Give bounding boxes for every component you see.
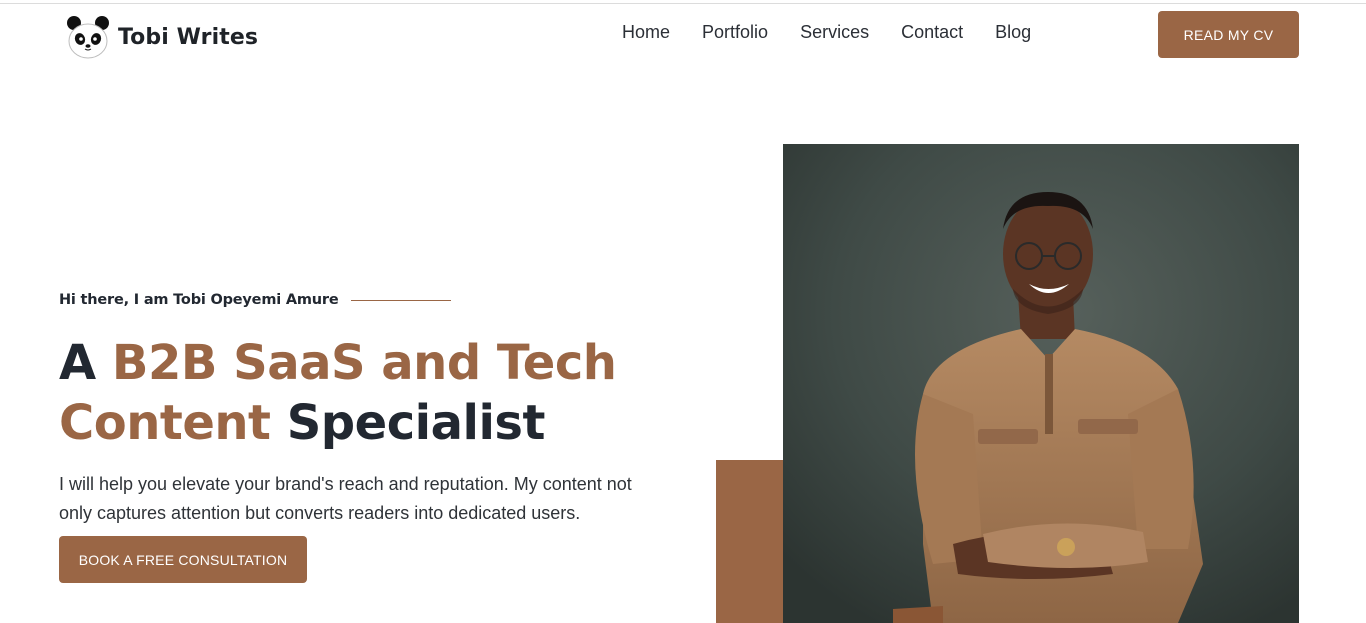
read-cv-button[interactable]: READ MY CV: [1158, 11, 1299, 58]
eyebrow-text: Hi there, I am Tobi Opeyemi Amure: [59, 292, 339, 308]
headline-part-1: A: [59, 335, 112, 391]
hero-headline: A B2B SaaS and Tech Content Specialist: [59, 333, 699, 453]
main-nav: Home Portfolio Services Contact Blog: [622, 22, 1063, 43]
portrait-photo: [783, 144, 1299, 623]
nav-services[interactable]: Services: [800, 22, 869, 43]
panda-logo-icon: [67, 16, 109, 59]
nav-portfolio[interactable]: Portfolio: [702, 22, 768, 43]
hero-eyebrow: Hi there, I am Tobi Opeyemi Amure: [59, 292, 451, 308]
accent-block: [716, 460, 786, 623]
book-consultation-button[interactable]: BOOK A FREE CONSULTATION: [59, 536, 307, 583]
nav-home[interactable]: Home: [622, 22, 670, 43]
nav-blog[interactable]: Blog: [995, 22, 1031, 43]
headline-part-2: Specialist: [270, 395, 546, 451]
logo-link[interactable]: Tobi Writes: [64, 14, 258, 60]
headline-accent-1: B2B SaaS and Tech: [111, 335, 617, 391]
portrait-illustration: [783, 144, 1299, 623]
headline-accent-2: Content: [59, 395, 271, 451]
hero-description: I will help you elevate your brand's rea…: [59, 474, 632, 523]
top-divider: [0, 3, 1366, 4]
logo-text: Tobi Writes: [118, 24, 259, 50]
eyebrow-divider: [350, 299, 451, 301]
nav-contact[interactable]: Contact: [901, 22, 963, 43]
